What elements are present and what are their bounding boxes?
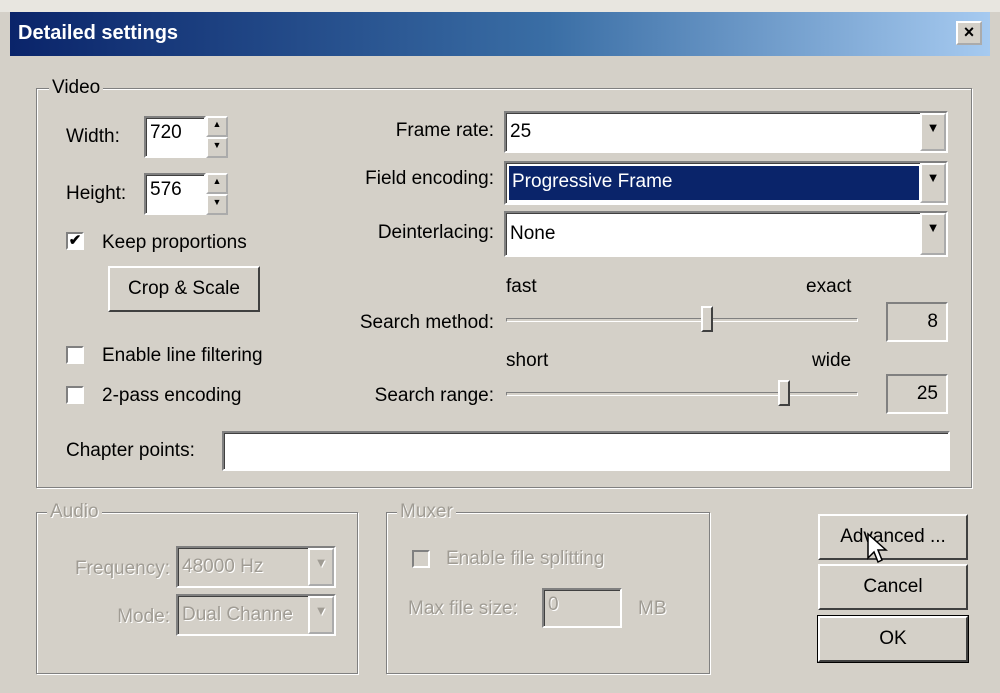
keep-proportions-checkbox[interactable]: ✔ xyxy=(66,232,84,250)
close-button[interactable]: × xyxy=(956,21,982,45)
frame-rate-select[interactable]: 25 ▼ xyxy=(504,111,948,153)
field-encoding-value: Progressive Frame xyxy=(512,171,673,192)
detailed-settings-dialog: Detailed settings × Video Width: 720 ▲ ▼… xyxy=(0,0,1000,693)
close-icon: × xyxy=(963,22,975,42)
dropdown-arrow-icon[interactable]: ▼ xyxy=(308,596,334,634)
audio-group: Audio xyxy=(36,501,358,674)
height-input[interactable]: 576 xyxy=(144,173,206,215)
max-file-size-unit: MB xyxy=(638,598,667,619)
height-spinner[interactable]: ▲ ▼ xyxy=(206,173,228,215)
enable-file-splitting-checkbox[interactable] xyxy=(412,550,430,568)
width-spinner[interactable]: ▲ ▼ xyxy=(206,116,228,158)
deinterlacing-label: Deinterlacing: xyxy=(377,222,494,243)
title-bar[interactable]: Detailed settings × xyxy=(10,12,990,56)
search-method-slider-track[interactable] xyxy=(506,318,858,322)
search-method-max-label: exact xyxy=(806,276,852,297)
search-method-value: 8 xyxy=(886,302,948,342)
two-pass-encoding-checkbox[interactable] xyxy=(66,386,84,404)
field-encoding-select[interactable]: Progressive Frame ▼ xyxy=(504,161,948,205)
max-file-size-value: 0 xyxy=(548,594,559,615)
search-range-slider-thumb[interactable] xyxy=(778,380,791,406)
enable-line-filtering-label[interactable]: Enable line filtering xyxy=(102,345,263,367)
cancel-button[interactable]: Cancel xyxy=(818,564,968,610)
search-range-slider-track[interactable] xyxy=(506,392,858,396)
crop-scale-button[interactable]: Crop & Scale xyxy=(108,266,260,312)
chapter-points-label: Chapter points: xyxy=(66,440,195,461)
dropdown-arrow-icon[interactable]: ▼ xyxy=(920,113,946,151)
spin-down-icon[interactable]: ▼ xyxy=(206,137,228,158)
mode-select[interactable]: Dual Channe ▼ xyxy=(176,594,336,636)
max-file-size-label: Max file size: xyxy=(408,598,518,619)
ok-button[interactable]: OK xyxy=(817,615,969,663)
check-mark-icon: ✔ xyxy=(68,232,82,249)
frequency-select[interactable]: 48000 Hz ▼ xyxy=(176,546,336,588)
frequency-value: 48000 Hz xyxy=(182,556,264,577)
search-method-label: Search method: xyxy=(359,312,494,333)
chapter-points-input[interactable] xyxy=(222,431,950,471)
mode-value: Dual Channe xyxy=(182,604,293,625)
mode-label: Mode: xyxy=(117,606,170,627)
frame-rate-value: 25 xyxy=(510,121,532,142)
two-pass-encoding-label[interactable]: 2-pass encoding xyxy=(102,385,241,407)
keep-proportions-label[interactable]: Keep proportions xyxy=(102,232,247,254)
mouse-cursor-icon xyxy=(867,532,888,564)
muxer-group-label: Muxer xyxy=(397,501,456,523)
search-method-slider-thumb[interactable] xyxy=(700,306,713,332)
spin-up-icon[interactable]: ▲ xyxy=(206,173,228,194)
spin-down-icon[interactable]: ▼ xyxy=(206,194,228,215)
width-value: 720 xyxy=(150,122,182,143)
field-encoding-label: Field encoding: xyxy=(365,168,494,189)
frame-rate-label: Frame rate: xyxy=(395,120,494,141)
window-title: Detailed settings xyxy=(18,22,179,44)
advanced-button[interactable]: Advanced ... xyxy=(818,514,968,560)
video-group-label: Video xyxy=(49,77,104,99)
height-label: Height: xyxy=(66,183,127,204)
max-file-size-input[interactable]: 0 xyxy=(542,588,622,628)
audio-group-label: Audio xyxy=(47,501,102,523)
deinterlacing-select[interactable]: None ▼ xyxy=(504,211,948,257)
dropdown-arrow-icon[interactable]: ▼ xyxy=(920,163,946,203)
enable-file-splitting-label[interactable]: Enable file splitting xyxy=(446,548,604,570)
dropdown-arrow-icon[interactable]: ▼ xyxy=(920,213,946,255)
height-value: 576 xyxy=(150,179,182,200)
search-range-max-label: wide xyxy=(812,350,852,371)
search-range-value: 25 xyxy=(886,374,948,414)
frequency-label: Frequency: xyxy=(74,558,170,579)
search-method-min-label: fast xyxy=(506,276,537,297)
background-strip xyxy=(0,0,1000,12)
search-range-min-label: short xyxy=(506,350,549,371)
width-label: Width: xyxy=(66,126,120,147)
search-range-label: Search range: xyxy=(374,385,494,406)
width-input[interactable]: 720 xyxy=(144,116,206,158)
enable-line-filtering-checkbox[interactable] xyxy=(66,346,84,364)
deinterlacing-value: None xyxy=(510,223,556,244)
spin-up-icon[interactable]: ▲ xyxy=(206,116,228,137)
dropdown-arrow-icon[interactable]: ▼ xyxy=(308,548,334,586)
